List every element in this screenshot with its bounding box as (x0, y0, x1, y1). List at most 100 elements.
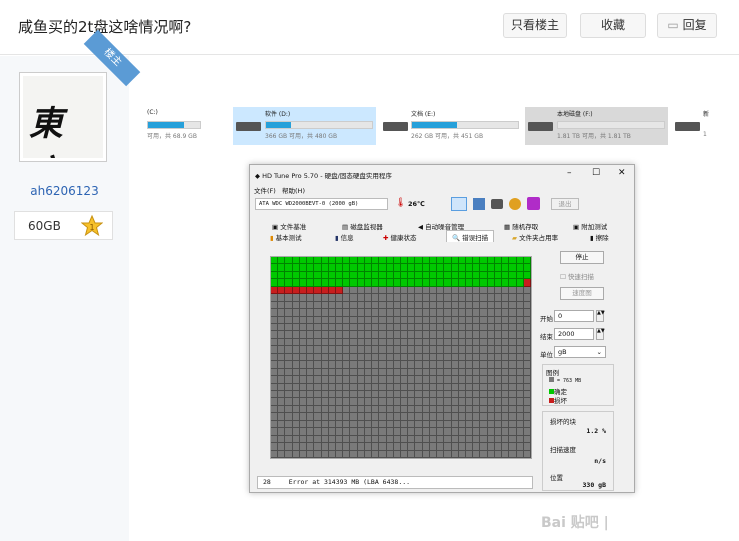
reply-button[interactable]: ▭ 回复 (657, 13, 717, 38)
options-icon[interactable] (509, 198, 521, 210)
scan-block (307, 435, 315, 444)
scan-block (408, 301, 416, 310)
tab-random-access[interactable]: ▦ 随机存取 (504, 221, 538, 231)
scan-block (502, 420, 510, 429)
tab-health[interactable]: ✚ 健康状态 (383, 232, 417, 242)
scan-block (458, 405, 466, 414)
tab-info[interactable]: ▮ 信息 (335, 232, 354, 242)
scan-block (386, 353, 394, 362)
scan-block (307, 405, 315, 414)
scan-block (401, 405, 409, 414)
scan-block (408, 271, 416, 280)
scan-block (350, 361, 358, 369)
scan-block (487, 428, 495, 436)
end-input[interactable]: 2000 (554, 328, 594, 340)
username-link[interactable]: ah6206123 (0, 184, 129, 198)
scan-block (473, 324, 481, 332)
drive-c: (C:) 可用，共 68.9 GB (147, 107, 227, 145)
avatar[interactable]: 東方 (19, 72, 107, 162)
menu-file[interactable]: 文件(F) (254, 187, 276, 195)
scan-block (502, 271, 510, 280)
scan-block (473, 271, 481, 280)
scan-block (494, 346, 503, 354)
error-log-count: 28 (263, 478, 271, 486)
scan-block (314, 271, 322, 280)
scan-block (473, 383, 481, 391)
scan-block (437, 413, 445, 421)
tab-extra-tests[interactable]: ▣ 附加测试 (573, 221, 607, 231)
scan-block (502, 338, 510, 347)
scan-block (393, 353, 401, 362)
scan-block (437, 286, 445, 295)
favorite-button[interactable]: 收藏 (580, 13, 646, 38)
download-icon[interactable] (527, 197, 540, 210)
error-log[interactable]: 28 Error at 314393 MB (LBA 6438... (257, 476, 533, 489)
scan-block (285, 286, 293, 295)
start-input[interactable]: 0 (554, 310, 594, 322)
scan-block (502, 346, 510, 354)
scan-block (480, 331, 488, 339)
scan-block (480, 264, 488, 272)
scan-block (429, 301, 438, 310)
tab-disk-monitor[interactable]: ▤ 磁盘监视器 (342, 221, 383, 231)
scan-block (393, 361, 401, 369)
benchmark-tool-icon[interactable] (451, 197, 467, 211)
scan-block (350, 257, 358, 265)
speed-map-button[interactable]: 速度图 (560, 287, 604, 300)
drive-select[interactable]: ATA WDC WD2000BEVT-0 (2000 gB) (255, 198, 388, 210)
exit-button[interactable]: 退出 (551, 198, 579, 210)
damaged-label: 损坏的块 (550, 418, 576, 426)
camera-icon[interactable] (491, 199, 503, 209)
tab-error-scan[interactable]: 🔍 错误扫描 (446, 230, 495, 242)
scan-block (523, 420, 531, 429)
minimize-button[interactable]: – (567, 168, 572, 178)
file-benchmark-icon: ▣ (272, 223, 279, 231)
scan-block (494, 294, 503, 302)
scan-block (466, 405, 474, 414)
scan-block (429, 428, 438, 436)
scan-block (393, 450, 401, 458)
maximize-button[interactable]: ☐ (592, 168, 600, 178)
scan-block (415, 316, 423, 324)
scan-block (509, 420, 517, 429)
scan-block (336, 294, 344, 302)
scan-block (523, 368, 531, 377)
scan-block (401, 428, 409, 436)
start-spinner-icon[interactable]: ▲▼ (596, 310, 605, 322)
unit-select[interactable]: gB ⌄ (554, 346, 606, 358)
scan-block (343, 398, 351, 406)
tab-erase[interactable]: ▮ 擦除 (590, 232, 609, 242)
scan-block (509, 301, 517, 310)
scan-block (480, 353, 488, 362)
tab-benchmark[interactable]: ▮ 基本测试 (270, 232, 302, 242)
stop-button[interactable]: 停止 (560, 251, 604, 264)
scan-block (372, 420, 380, 429)
copy-icon[interactable] (473, 198, 485, 210)
scan-block (372, 316, 380, 324)
scan-block (336, 309, 344, 317)
scan-block (516, 316, 524, 324)
scan-block (487, 361, 495, 369)
scan-block (379, 264, 387, 272)
end-spinner-icon[interactable]: ▲▼ (596, 328, 605, 340)
scan-block (429, 376, 438, 384)
scan-block (473, 331, 481, 339)
menu-help[interactable]: 帮助(H) (282, 187, 305, 195)
only-op-button[interactable]: 只看楼主 (503, 13, 567, 38)
quick-scan-checkbox[interactable]: ☐ 快速扫描 (560, 271, 594, 281)
scan-block (487, 331, 495, 339)
scan-block (285, 257, 293, 265)
scan-block (494, 398, 503, 406)
scan-block (343, 346, 351, 354)
scan-block (299, 301, 308, 310)
tab-folder-usage[interactable]: ▰ 文件夹占用率 (512, 232, 558, 242)
scan-block (516, 346, 524, 354)
scan-block (458, 257, 466, 265)
drive-new-name: 新 (703, 111, 710, 118)
scan-block (473, 391, 481, 399)
scan-block (285, 338, 293, 347)
tab-file-benchmark[interactable]: ▣ 文件基准 (272, 221, 306, 231)
scan-block (299, 391, 308, 399)
scan-block (494, 279, 503, 287)
close-button[interactable]: ✕ (618, 168, 626, 178)
